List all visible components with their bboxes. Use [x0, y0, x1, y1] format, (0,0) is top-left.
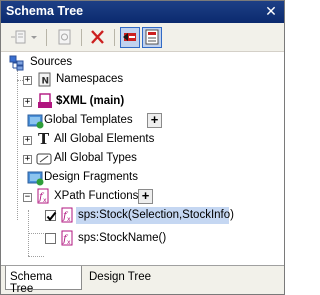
add-item-dropdown-button[interactable] — [9, 27, 41, 48]
tab-design-tree[interactable]: Design Tree — [85, 266, 157, 290]
tree-connector — [17, 70, 18, 220]
schema-tree-panel: Schema Tree ✕ Sources + N Namespaces + $… — [0, 0, 285, 295]
expand-icon[interactable]: + — [23, 76, 32, 85]
xpath-function-icon: f x — [37, 188, 49, 204]
tree-node-label: XPath Functions — [54, 190, 139, 202]
function-enabled-checkbox[interactable] — [45, 210, 57, 222]
tree-node-function-stock[interactable]: f x sps:Stock(Selection,StockInfo) — [45, 207, 234, 225]
sort-icon — [123, 33, 136, 41]
svg-text:x: x — [67, 239, 71, 246]
tree-node-xpath-functions[interactable]: − f x XPath Functions + — [23, 188, 193, 206]
tree-node-all-global-elements[interactable]: + T All Global Elements — [23, 131, 183, 149]
expand-icon[interactable]: + — [23, 155, 32, 164]
global-templates-icon — [27, 114, 44, 129]
panel-tabs: Schema Tree Design Tree — [1, 265, 284, 295]
tree-node-label: sps:Stock(Selection,StockInfo) — [78, 209, 234, 221]
tree-node-label: $XML (main) — [56, 95, 125, 107]
add-global-template-button[interactable]: + — [147, 113, 162, 128]
design-fragments-icon — [27, 171, 44, 186]
tree-node-label: Sources — [30, 56, 73, 68]
toolbar — [1, 23, 284, 52]
show-details-toggle[interactable] — [142, 27, 162, 48]
insert-template-button[interactable] — [53, 27, 75, 48]
namespace-icon: N — [38, 72, 51, 87]
details-icon — [145, 29, 159, 45]
tree-node-global-templates[interactable]: Global Templates + — [23, 112, 193, 130]
svg-text:N: N — [42, 77, 50, 87]
title-bar: Schema Tree ✕ — [1, 1, 284, 23]
svg-text:x: x — [43, 197, 47, 204]
add-item-icon — [11, 30, 37, 44]
panel-title: Schema Tree — [6, 4, 84, 18]
add-xpath-function-button[interactable]: + — [138, 189, 153, 204]
tree-connector — [28, 256, 44, 257]
function-enabled-checkbox[interactable] — [45, 233, 56, 244]
delete-button[interactable] — [87, 27, 109, 48]
checkmark-icon — [46, 211, 57, 222]
sources-icon — [9, 55, 24, 71]
schema-tree: Sources + N Namespaces + $XML (main) Glo… — [1, 52, 284, 265]
template-icon — [58, 29, 71, 45]
sort-ascending-toggle[interactable] — [120, 27, 140, 48]
xpath-function-icon: f x — [61, 207, 73, 223]
tree-connector — [28, 233, 44, 234]
tree-node-xml-main[interactable]: + $XML (main) — [23, 93, 173, 111]
expand-icon[interactable]: + — [23, 136, 32, 145]
tree-node-label: Namespaces — [56, 73, 124, 85]
expand-icon[interactable]: + — [23, 98, 32, 107]
tree-node-sources[interactable]: Sources — [9, 54, 129, 72]
tree-node-design-fragments[interactable]: Design Fragments — [23, 169, 183, 187]
svg-text:T: T — [38, 131, 50, 147]
tree-node-label: Design Fragments — [44, 171, 138, 183]
close-icon[interactable]: ✕ — [264, 3, 278, 19]
delete-x-icon — [91, 30, 104, 44]
tree-node-label: All Global Types — [54, 152, 137, 164]
svg-text:x: x — [67, 216, 71, 223]
toolbar-separator — [81, 29, 82, 46]
xml-source-icon — [38, 93, 52, 108]
tab-schema-tree[interactable]: Schema Tree — [5, 266, 82, 295]
tree-node-namespaces[interactable]: + N Namespaces — [23, 71, 163, 89]
tree-node-label: All Global Elements — [54, 133, 155, 145]
text-element-icon: T — [38, 131, 50, 147]
global-types-icon — [36, 153, 52, 165]
xpath-function-icon: f x — [61, 230, 73, 246]
toolbar-separator — [114, 29, 115, 46]
collapse-icon[interactable]: − — [23, 193, 32, 202]
tree-node-function-stockname[interactable]: f x sps:StockName() — [45, 230, 205, 248]
tree-node-all-global-types[interactable]: + All Global Types — [23, 150, 183, 168]
tree-node-label: sps:StockName() — [78, 232, 167, 244]
tree-node-label: Global Templates — [44, 114, 133, 126]
toolbar-separator — [46, 29, 47, 46]
